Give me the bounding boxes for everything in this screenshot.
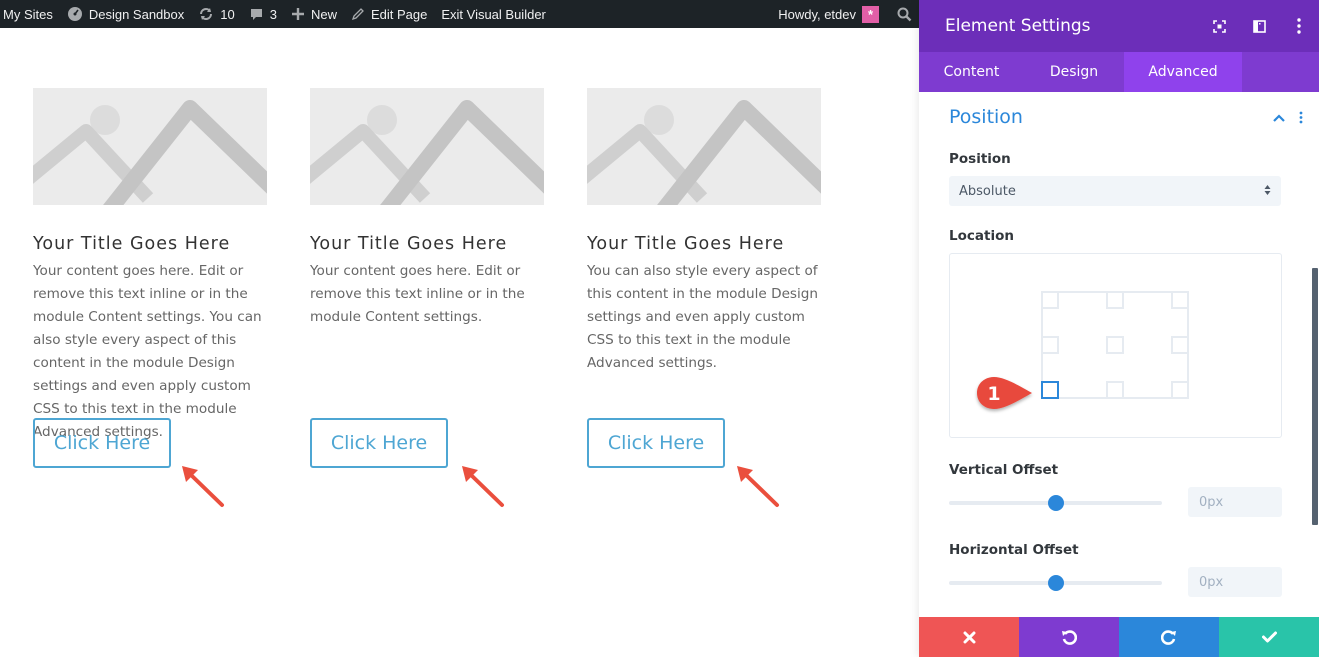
tab-content[interactable]: Content: [919, 52, 1024, 92]
placeholder-image-icon: [587, 100, 821, 205]
dashboard-icon: [67, 6, 83, 22]
module-title: Your Title Goes Here: [587, 234, 785, 254]
image-placeholder: [587, 88, 821, 205]
location-bottom-right[interactable]: [1171, 381, 1189, 399]
chevron-up-icon[interactable]: [1273, 113, 1285, 122]
click-here-button[interactable]: Click Here: [310, 418, 448, 468]
section-title-position[interactable]: Position: [949, 106, 1023, 128]
fullscreen-icon[interactable]: [1199, 19, 1239, 33]
more-options-icon[interactable]: [1279, 18, 1319, 34]
panel-header[interactable]: Element Settings: [919, 0, 1319, 52]
location-top-center[interactable]: [1106, 291, 1124, 309]
location-bottom-left[interactable]: [1041, 381, 1059, 399]
updates-link[interactable]: 10: [198, 0, 242, 28]
module-title: Your Title Goes Here: [310, 234, 508, 254]
new-content-link[interactable]: New: [291, 0, 345, 28]
vertical-offset-input[interactable]: 0px: [1188, 487, 1282, 517]
my-sites-label: My Sites: [3, 6, 53, 22]
account-menu[interactable]: Howdy, etdev *: [778, 0, 889, 28]
select-arrows-icon: [1264, 184, 1271, 196]
vertical-offset-label: Vertical Offset: [949, 462, 1059, 478]
step-badge-icon: 1: [977, 377, 1032, 409]
vertical-offset-slider[interactable]: [949, 495, 1162, 511]
blurb-module-1[interactable]: Your Title Goes Here Your content goes h…: [33, 88, 267, 444]
checkmark-icon: [1261, 631, 1277, 643]
position-select[interactable]: Absolute: [949, 176, 1281, 206]
section-options-icon[interactable]: [1299, 111, 1303, 124]
panel-scrollbar[interactable]: [1312, 268, 1318, 525]
module-body: Your content goes here. Edit or remove t…: [33, 263, 262, 440]
location-center-right[interactable]: [1171, 336, 1189, 354]
discard-button[interactable]: [919, 617, 1019, 657]
click-here-button[interactable]: Click Here: [33, 418, 171, 468]
annotation-arrow-icon: [737, 466, 779, 507]
plus-icon: [291, 7, 305, 21]
location-center[interactable]: [1106, 336, 1124, 354]
placeholder-image-icon: [33, 100, 267, 205]
redo-button[interactable]: [1119, 617, 1219, 657]
module-title: Your Title Goes Here: [33, 234, 231, 254]
location-picker: 1: [949, 253, 1282, 438]
location-grid: [1041, 291, 1189, 399]
my-sites-link[interactable]: My Sites: [3, 0, 61, 28]
position-label: Position: [949, 151, 1011, 167]
panel-tabs: Content Design Advanced: [919, 52, 1319, 92]
updates-count: 10: [220, 6, 235, 22]
annotation-arrow-icon: [182, 466, 224, 507]
location-top-left[interactable]: [1041, 291, 1059, 309]
comment-icon: [249, 7, 264, 22]
redo-icon: [1161, 630, 1176, 645]
horizontal-offset-label: Horizontal Offset: [949, 542, 1079, 558]
panel-body: Position Position Absolute Location 1 Ve…: [919, 92, 1319, 617]
dock-sidebar-icon[interactable]: [1239, 19, 1279, 33]
howdy-label: Howdy, etdev: [778, 6, 856, 22]
save-button[interactable]: [1219, 617, 1319, 657]
updates-icon: [198, 6, 214, 22]
comments-count: 3: [269, 6, 277, 22]
panel-footer: [919, 617, 1319, 657]
horizontal-offset-input[interactable]: 0px: [1188, 567, 1282, 597]
tab-advanced[interactable]: Advanced: [1124, 52, 1242, 92]
location-top-right[interactable]: [1171, 291, 1189, 309]
tab-design[interactable]: Design: [1024, 52, 1124, 92]
location-bottom-center[interactable]: [1106, 381, 1124, 399]
wp-admin-bar: My Sites Design Sandbox 10 3 New Edit Pa…: [0, 0, 919, 28]
blurb-module-2[interactable]: Your Title Goes Here Your content goes h…: [310, 88, 544, 329]
vertical-offset-slider-thumb[interactable]: [1047, 495, 1064, 511]
comments-link[interactable]: 3: [249, 0, 285, 28]
site-name-label: Design Sandbox: [88, 6, 185, 22]
annotation-arrow-icon: [462, 466, 504, 507]
horizontal-offset-slider-thumb[interactable]: [1047, 575, 1064, 591]
undo-button[interactable]: [1019, 617, 1119, 657]
close-icon: [963, 631, 975, 643]
page-canvas: Your Title Goes Here Your content goes h…: [0, 28, 919, 657]
placeholder-image-icon: [310, 100, 544, 205]
module-body: You can also style every aspect of this …: [587, 263, 819, 371]
position-select-value: Absolute: [959, 183, 1016, 199]
panel-title: Element Settings: [945, 16, 1091, 36]
step-badge-number: 1: [987, 383, 1000, 405]
image-placeholder: [33, 88, 267, 205]
click-here-button[interactable]: Click Here: [587, 418, 725, 468]
pencil-icon: [351, 7, 365, 21]
blurb-module-3[interactable]: Your Title Goes Here You can also style …: [587, 88, 821, 375]
image-placeholder: [310, 88, 544, 205]
horizontal-offset-slider[interactable]: [949, 575, 1162, 591]
new-label: New: [310, 6, 337, 22]
site-name-link[interactable]: Design Sandbox: [67, 0, 192, 28]
undo-icon: [1062, 630, 1077, 645]
location-center-left[interactable]: [1041, 336, 1059, 354]
exit-visual-builder-link[interactable]: Exit Visual Builder: [441, 0, 554, 28]
exit-builder-label: Exit Visual Builder: [441, 6, 546, 22]
avatar: *: [862, 5, 879, 23]
module-body: Your content goes here. Edit or remove t…: [310, 263, 525, 325]
search-icon[interactable]: [889, 7, 919, 22]
location-label: Location: [949, 228, 1014, 244]
element-settings-panel: Element Settings Content Design Advanced…: [919, 0, 1319, 657]
edit-page-label: Edit Page: [370, 6, 428, 22]
edit-page-link[interactable]: Edit Page: [351, 0, 435, 28]
